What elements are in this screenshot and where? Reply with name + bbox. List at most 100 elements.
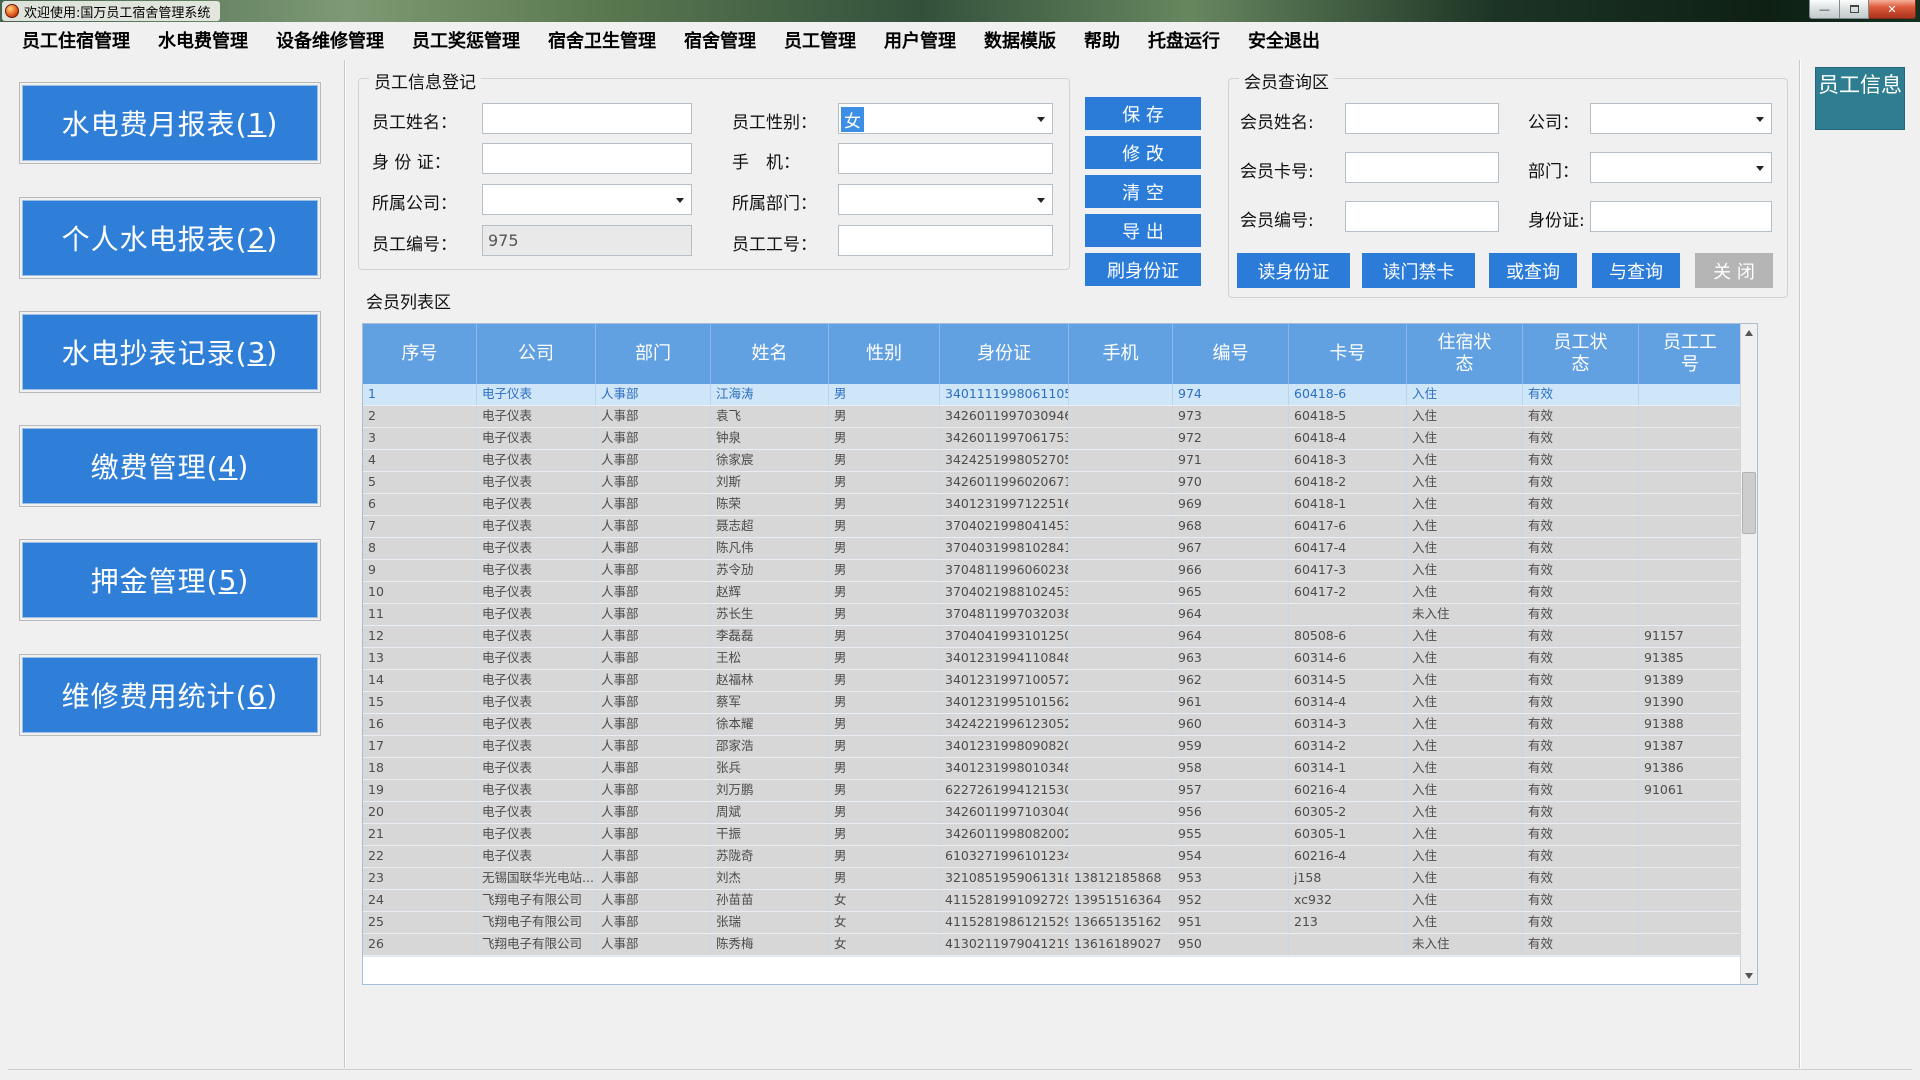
menu-item[interactable]: 用户管理	[870, 23, 970, 57]
table-row[interactable]: 23无锡国联华光电站...人事部刘杰男3210851959061318...13…	[363, 868, 1742, 890]
table-cell: 男	[829, 780, 940, 801]
table-row[interactable]: 15电子仪表人事部蔡军男3401231995101562...96160314-…	[363, 692, 1742, 714]
sidebar-button-1[interactable]: 水电费月报表(1)	[22, 85, 318, 161]
scroll-down-icon[interactable]	[1741, 967, 1757, 984]
scroll-up-icon[interactable]	[1741, 324, 1757, 341]
table-row[interactable]: 5电子仪表人事部刘斯男3426011996020671...97060418-2…	[363, 472, 1742, 494]
sidebar-button-6[interactable]: 维修费用统计(6)	[22, 657, 318, 733]
column-header[interactable]: 卡号	[1289, 324, 1407, 384]
menu-item[interactable]: 设备维修管理	[262, 23, 398, 57]
scrollbar-thumb[interactable]	[1742, 472, 1756, 534]
table-row[interactable]: 7电子仪表人事部聂志超男3704021998041453...96860417-…	[363, 516, 1742, 538]
table-row[interactable]: 19电子仪表人事部刘万鹏男6227261994121530...95760216…	[363, 780, 1742, 802]
sidebar-button-3[interactable]: 水电抄表记录(3)	[22, 314, 318, 390]
employee-idcard-input[interactable]	[482, 143, 692, 174]
menu-item[interactable]: 帮助	[1070, 23, 1134, 57]
close-button[interactable]: 关 闭	[1695, 253, 1773, 288]
table-row[interactable]: 11电子仪表人事部苏长生男3704811997032038...964未入住有效	[363, 604, 1742, 626]
read-access-card-button[interactable]: 读门禁卡	[1362, 253, 1475, 288]
table-row[interactable]: 8电子仪表人事部陈凡伟男3704031998102841...96760417-…	[363, 538, 1742, 560]
table-row[interactable]: 22电子仪表人事部苏陇奇男6103271996101234...95460216…	[363, 846, 1742, 868]
column-header[interactable]: 性别	[829, 324, 940, 384]
query-company-combo[interactable]	[1590, 103, 1772, 134]
table-row[interactable]: 2电子仪表人事部袁飞男3426011997030946...97360418-5…	[363, 406, 1742, 428]
table-cell: 4115281991092729...	[940, 890, 1069, 911]
minimize-button[interactable]: —	[1809, 0, 1840, 19]
sidebar-button-2[interactable]: 个人水电报表(2)	[22, 200, 318, 276]
table-row[interactable]: 13电子仪表人事部王松男3401231994110848...96360314-…	[363, 648, 1742, 670]
table-cell: 男	[829, 758, 940, 779]
member-card-input[interactable]	[1345, 152, 1499, 183]
member-query-title: 会员查询区	[1239, 68, 1334, 93]
menu-item[interactable]: 宿舍管理	[670, 23, 770, 57]
query-department-combo[interactable]	[1590, 152, 1772, 183]
table-row[interactable]: 25飞翔电子有限公司人事部张瑞女4115281986121529...13665…	[363, 912, 1742, 934]
scan-id-button[interactable]: 刷身份证	[1085, 253, 1201, 286]
query-idcard-input[interactable]	[1590, 201, 1772, 232]
employee-gender-value: 女	[841, 107, 864, 132]
table-row[interactable]: 20电子仪表人事部周斌男3426011997103040...95660305-…	[363, 802, 1742, 824]
column-header[interactable]: 员工工 号	[1639, 324, 1742, 384]
table-row[interactable]: 6电子仪表人事部陈荣男3401231997122516...96960418-1…	[363, 494, 1742, 516]
table-cell: 人事部	[596, 846, 711, 867]
column-header[interactable]: 公司	[477, 324, 596, 384]
table-row[interactable]: 18电子仪表人事部张兵男3401231998010348...95860314-…	[363, 758, 1742, 780]
column-header[interactable]: 身份证	[940, 324, 1069, 384]
export-button[interactable]: 导 出	[1085, 214, 1201, 247]
table-cell	[1069, 604, 1173, 625]
close-button[interactable]: ✕	[1869, 0, 1916, 19]
save-button[interactable]: 保 存	[1085, 97, 1201, 130]
menu-item[interactable]: 水电费管理	[144, 23, 262, 57]
employee-gender-combo[interactable]: 女	[838, 103, 1053, 134]
table-row[interactable]: 9电子仪表人事部苏令劢男3704811996060238...96660417-…	[363, 560, 1742, 582]
table-cell: 957	[1173, 780, 1289, 801]
or-query-button[interactable]: 或查询	[1489, 253, 1577, 288]
column-header[interactable]: 手机	[1069, 324, 1173, 384]
table-row[interactable]: 17电子仪表人事部邵家浩男3401231998090820...95960314…	[363, 736, 1742, 758]
column-header[interactable]: 编号	[1173, 324, 1289, 384]
table-row[interactable]: 14电子仪表人事部赵福林男3401231997100572...96260314…	[363, 670, 1742, 692]
and-query-button[interactable]: 与查询	[1592, 253, 1680, 288]
menu-item[interactable]: 托盘运行	[1134, 23, 1234, 57]
table-row[interactable]: 12电子仪表人事部李磊磊男3704041993101250...96480508…	[363, 626, 1742, 648]
read-id-button[interactable]: 读身份证	[1237, 253, 1350, 288]
sidebar-button-5[interactable]: 押金管理(5)	[22, 542, 318, 618]
employee-department-combo[interactable]	[838, 184, 1053, 215]
column-header[interactable]: 序号	[363, 324, 477, 384]
employee-info-button[interactable]: 员工信息	[1815, 67, 1905, 130]
table-row[interactable]: 26飞翔电子有限公司人事部陈秀梅女4130211979041219...1361…	[363, 934, 1742, 956]
table-row[interactable]: 1电子仪表人事部江海涛男3401111998061105...97460418-…	[363, 384, 1742, 406]
menu-item[interactable]: 数据模版	[970, 23, 1070, 57]
column-header[interactable]: 部门	[596, 324, 711, 384]
column-header[interactable]: 住宿状 态	[1407, 324, 1523, 384]
employee-name-input[interactable]	[482, 103, 692, 134]
table-cell: 人事部	[596, 824, 711, 845]
menu-item[interactable]: 员工管理	[770, 23, 870, 57]
maximize-button[interactable]	[1840, 0, 1869, 19]
employee-company-combo[interactable]	[482, 184, 692, 215]
table-row[interactable]: 21电子仪表人事部干振男3426011998082002...95560305-…	[363, 824, 1742, 846]
column-header[interactable]: 员工状 态	[1523, 324, 1639, 384]
member-name-input[interactable]	[1345, 103, 1499, 134]
sidebar-button-4[interactable]: 缴费管理(4)	[22, 428, 318, 504]
employee-worknumber-input[interactable]	[838, 225, 1053, 256]
menu-item[interactable]: 安全退出	[1234, 23, 1334, 57]
table-row[interactable]: 10电子仪表人事部赵辉男3704021988102453...96560417-…	[363, 582, 1742, 604]
table-row[interactable]: 4电子仪表人事部徐家宸男3424251998052705...97160418-…	[363, 450, 1742, 472]
clear-button[interactable]: 清 空	[1085, 175, 1201, 208]
table-row[interactable]: 16电子仪表人事部徐本耀男3424221996123052...96060314…	[363, 714, 1742, 736]
menu-item[interactable]: 员工奖惩管理	[398, 23, 534, 57]
vertical-scrollbar[interactable]	[1740, 324, 1757, 984]
column-header[interactable]: 姓名	[711, 324, 829, 384]
menu-item[interactable]: 宿舍卫生管理	[534, 23, 670, 57]
member-number-input[interactable]	[1345, 201, 1499, 232]
table-row[interactable]: 3电子仪表人事部钟泉男3426011997061753...97260418-4…	[363, 428, 1742, 450]
employee-mobile-input[interactable]	[838, 143, 1053, 174]
table-row[interactable]: 24飞翔电子有限公司人事部孙苗苗女4115281991092729...1395…	[363, 890, 1742, 912]
modify-button[interactable]: 修 改	[1085, 136, 1201, 169]
table-cell: 人事部	[596, 428, 711, 449]
table-cell	[1069, 758, 1173, 779]
table-cell: 12	[363, 626, 477, 647]
table-cell: 电子仪表	[477, 450, 596, 471]
menu-item[interactable]: 员工住宿管理	[8, 23, 144, 57]
